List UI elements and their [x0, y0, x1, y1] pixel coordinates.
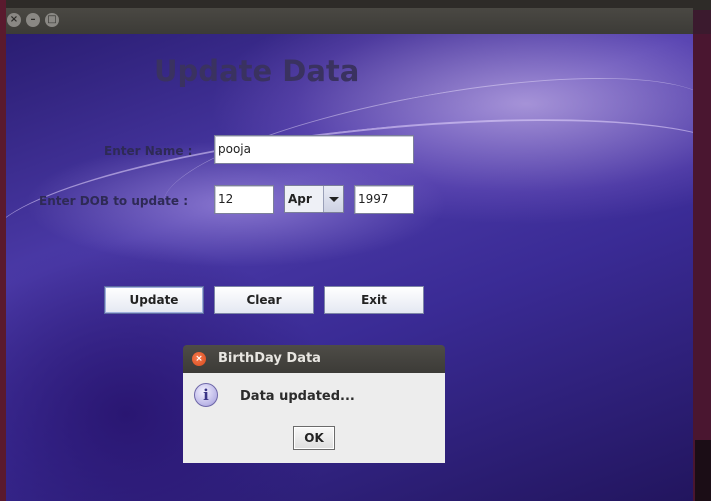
chevron-down-icon[interactable] — [323, 186, 343, 212]
day-input[interactable]: 12 — [214, 185, 274, 214]
window-minimize-icon[interactable]: – — [26, 13, 40, 27]
window-maximize-icon[interactable]: □ — [45, 13, 59, 27]
dialog-body: i Data updated... OK — [183, 373, 445, 463]
dob-label: Enter DOB to update : — [39, 194, 189, 208]
dialog-close-icon[interactable]: × — [192, 352, 206, 366]
month-select[interactable]: Apr — [284, 185, 344, 213]
message-dialog: × BirthDay Data i Data updated... OK — [183, 345, 445, 463]
clear-button[interactable]: Clear — [214, 286, 314, 314]
desktop-background-window — [693, 34, 711, 501]
exit-button[interactable]: Exit — [324, 286, 424, 314]
update-button[interactable]: Update — [104, 286, 204, 314]
page-title: Update Data — [154, 54, 360, 88]
desktop-terminal-edge — [695, 440, 711, 501]
name-input[interactable]: pooja — [214, 135, 414, 164]
dialog-message: Data updated... — [240, 389, 355, 404]
month-select-value: Apr — [288, 192, 312, 206]
window-titlebar[interactable]: × – □ — [6, 8, 693, 34]
dialog-titlebar[interactable]: × BirthDay Data — [183, 345, 445, 373]
name-label: Enter Name : — [104, 144, 193, 158]
year-input[interactable]: 1997 — [354, 185, 414, 214]
info-icon: i — [194, 383, 218, 407]
window-close-icon[interactable]: × — [7, 13, 21, 27]
dialog-title: BirthDay Data — [218, 351, 321, 366]
ok-button[interactable]: OK — [293, 426, 335, 450]
